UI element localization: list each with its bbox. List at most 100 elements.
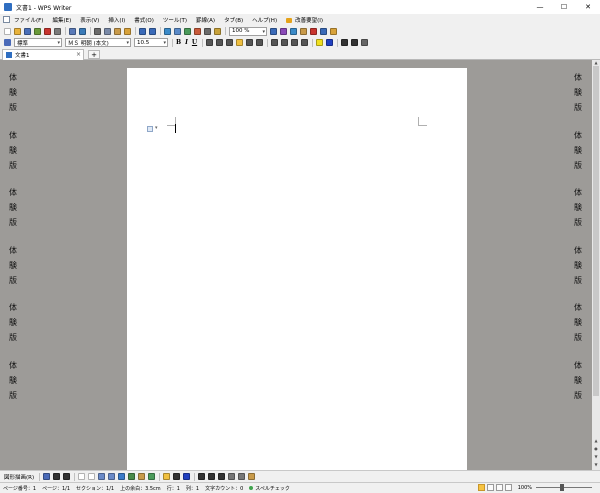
menu-format[interactable]: 書式(O) bbox=[134, 16, 154, 24]
wordart-icon[interactable] bbox=[118, 473, 126, 480]
gift-icon[interactable] bbox=[310, 27, 317, 35]
bullets-icon[interactable] bbox=[281, 39, 289, 46]
status-word-count[interactable]: 文字カウント：0 bbox=[205, 485, 243, 492]
shrink-font-icon[interactable] bbox=[351, 39, 359, 46]
paragraph-layout-icon[interactable] bbox=[147, 126, 153, 132]
zoom-slider[interactable] bbox=[536, 484, 592, 491]
format-painter-icon[interactable] bbox=[124, 27, 131, 35]
document-icon[interactable] bbox=[3, 16, 10, 23]
maximize-button[interactable]: ☐ bbox=[552, 0, 576, 14]
tools-icon[interactable] bbox=[330, 27, 337, 35]
tab-close-icon[interactable]: × bbox=[76, 51, 81, 58]
align-left-icon[interactable] bbox=[206, 39, 214, 46]
status-spellcheck[interactable]: スペルチェック bbox=[249, 485, 290, 492]
chevron-down-icon[interactable]: ▾ bbox=[155, 125, 158, 131]
menu-table[interactable]: 罫線(A) bbox=[196, 16, 215, 24]
chart-icon[interactable] bbox=[194, 27, 201, 35]
line-icon[interactable] bbox=[53, 473, 61, 480]
line-color-icon[interactable] bbox=[173, 473, 181, 480]
find-icon[interactable] bbox=[270, 27, 277, 35]
oval-icon[interactable] bbox=[88, 473, 96, 480]
previous-page-icon[interactable]: ▲ bbox=[592, 438, 600, 443]
open-icon[interactable] bbox=[14, 27, 21, 35]
new-icon[interactable] bbox=[4, 27, 11, 35]
increase-indent-icon[interactable] bbox=[301, 39, 309, 46]
copy-icon[interactable] bbox=[104, 27, 111, 35]
italic-button[interactable]: I bbox=[185, 39, 188, 46]
align-right-icon[interactable] bbox=[226, 39, 234, 46]
textbox-icon[interactable] bbox=[98, 473, 106, 480]
diagram-icon[interactable] bbox=[128, 473, 136, 480]
menu-help[interactable]: ヘルプ(H) bbox=[252, 16, 277, 24]
undo-icon[interactable] bbox=[139, 27, 146, 35]
spellcheck-icon[interactable] bbox=[79, 27, 86, 35]
document-page[interactable] bbox=[127, 68, 467, 470]
email-icon[interactable] bbox=[34, 27, 41, 35]
vertical-scrollbar[interactable]: ▲ ▲ ● ▼ ▼ bbox=[592, 60, 600, 470]
next-page-icon[interactable]: ▼ bbox=[592, 454, 600, 459]
symbol-icon[interactable] bbox=[280, 27, 287, 35]
print-preview-icon[interactable] bbox=[69, 27, 76, 35]
font-color-icon[interactable] bbox=[326, 39, 334, 46]
distribute-icon[interactable] bbox=[246, 39, 254, 46]
clear-format-icon[interactable] bbox=[361, 39, 369, 46]
minimize-button[interactable]: — bbox=[528, 0, 552, 14]
outline-view-icon[interactable] bbox=[495, 484, 503, 491]
vertical-textbox-icon[interactable] bbox=[108, 473, 116, 480]
rectangle-icon[interactable] bbox=[78, 473, 86, 480]
fill-color-icon[interactable] bbox=[163, 473, 171, 480]
picture-icon[interactable] bbox=[184, 27, 191, 35]
grow-font-icon[interactable] bbox=[341, 39, 349, 46]
close-button[interactable]: ✕ bbox=[576, 0, 600, 14]
help-icon[interactable] bbox=[320, 27, 327, 35]
arrow-icon[interactable] bbox=[63, 473, 71, 480]
shadow-icon[interactable] bbox=[228, 473, 236, 480]
numbering-icon[interactable] bbox=[271, 39, 279, 46]
arrow-style-icon[interactable] bbox=[218, 473, 226, 480]
redo-icon[interactable] bbox=[149, 27, 156, 35]
3d-icon[interactable] bbox=[238, 473, 246, 480]
align-center-icon[interactable] bbox=[216, 39, 224, 46]
bold-button[interactable]: B bbox=[176, 39, 181, 46]
line-spacing-icon[interactable] bbox=[256, 39, 264, 46]
dash-style-icon[interactable] bbox=[208, 473, 216, 480]
zoom-slider-knob[interactable] bbox=[560, 484, 564, 491]
scroll-down-icon[interactable]: ▼ bbox=[592, 462, 600, 467]
justify-icon[interactable] bbox=[236, 39, 244, 46]
clipart-icon[interactable] bbox=[138, 473, 146, 480]
tab-document1[interactable]: 文書1 × bbox=[2, 49, 84, 60]
decrease-indent-icon[interactable] bbox=[291, 39, 299, 46]
style-select[interactable]: 標準 bbox=[14, 38, 62, 47]
menu-feedback[interactable]: 改善要望(I) bbox=[286, 16, 323, 24]
table-icon[interactable] bbox=[174, 27, 181, 35]
font-size-select[interactable]: 10.5 bbox=[134, 38, 168, 47]
menu-file[interactable]: ファイル(F) bbox=[14, 16, 43, 24]
book-icon[interactable] bbox=[290, 27, 297, 35]
font-select[interactable]: ＭＳ 明朝 (本文) bbox=[65, 38, 131, 47]
columns-icon[interactable] bbox=[204, 27, 211, 35]
line-style-icon[interactable] bbox=[198, 473, 206, 480]
print-layout-view-icon[interactable] bbox=[477, 484, 485, 491]
scrollbar-thumb[interactable] bbox=[593, 66, 599, 396]
fullscreen-view-icon[interactable] bbox=[504, 484, 512, 491]
select-objects-icon[interactable] bbox=[43, 473, 51, 480]
arrange-icon[interactable] bbox=[248, 473, 256, 480]
font-color-icon[interactable] bbox=[183, 473, 191, 480]
styles-icon[interactable] bbox=[4, 39, 11, 46]
pdf-icon[interactable] bbox=[44, 27, 51, 35]
menu-tab[interactable]: タブ(B) bbox=[224, 16, 243, 24]
cut-icon[interactable] bbox=[94, 27, 101, 35]
web-layout-view-icon[interactable] bbox=[486, 484, 494, 491]
select-browse-icon[interactable]: ● bbox=[592, 446, 600, 451]
menu-view[interactable]: 表示(V) bbox=[80, 16, 99, 24]
drawing-menu[interactable]: 図形描画(R) bbox=[4, 473, 34, 481]
menu-insert[interactable]: 挿入(I) bbox=[108, 16, 125, 24]
insert-picture-icon[interactable] bbox=[148, 473, 156, 480]
new-tab-button[interactable]: + bbox=[88, 50, 100, 59]
menu-edit[interactable]: 編集(E) bbox=[52, 16, 71, 24]
menu-tools[interactable]: ツール(T) bbox=[163, 16, 187, 24]
scroll-up-icon[interactable]: ▲ bbox=[592, 60, 600, 65]
save-icon[interactable] bbox=[24, 27, 31, 35]
highlight-icon[interactable] bbox=[316, 39, 324, 46]
paste-icon[interactable] bbox=[114, 27, 121, 35]
